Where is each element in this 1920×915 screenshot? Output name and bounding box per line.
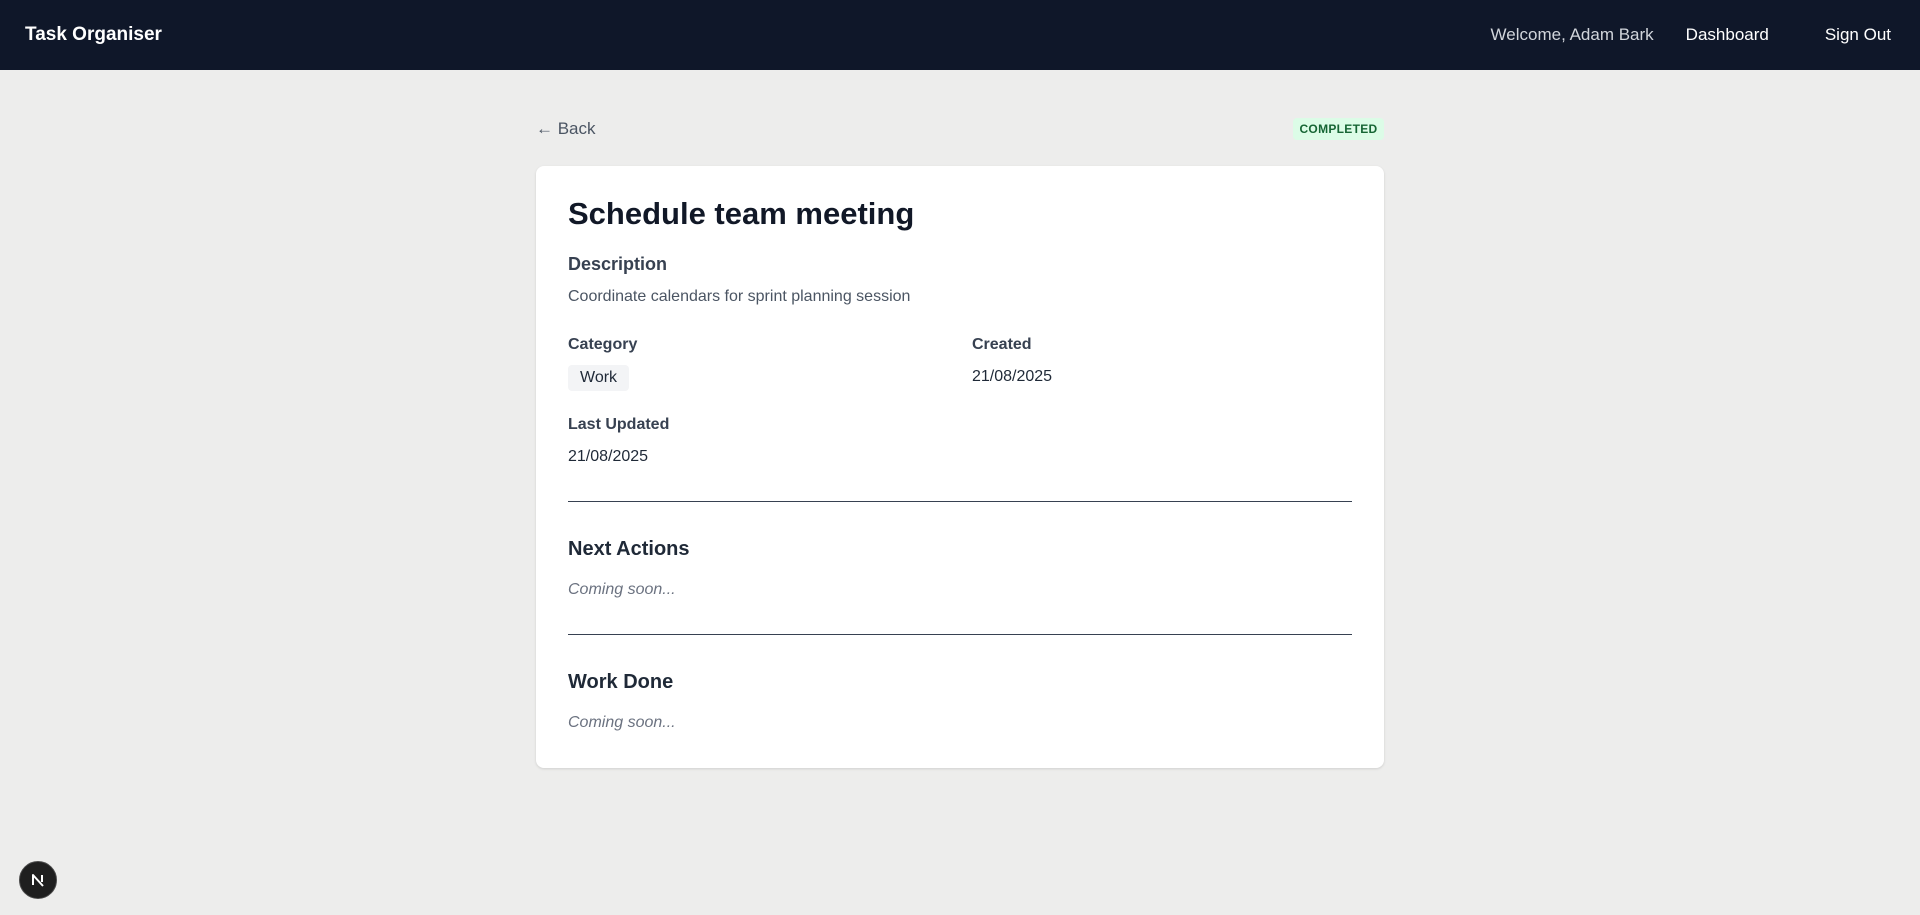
section-divider bbox=[568, 634, 1352, 635]
last-updated-value: 21/08/2025 bbox=[568, 448, 649, 465]
section-divider bbox=[568, 501, 1352, 502]
top-navbar: Task Organiser Welcome, Adam Bark Dashbo… bbox=[0, 0, 1920, 70]
welcome-text: Welcome, Adam Bark bbox=[1490, 25, 1654, 44]
created-label: Created bbox=[972, 336, 1032, 353]
status-badge: COMPLETED bbox=[1293, 118, 1384, 140]
task-title: Schedule team meeting bbox=[568, 196, 915, 231]
nextjs-logo-icon[interactable] bbox=[19, 861, 57, 899]
app-brand[interactable]: Task Organiser bbox=[25, 24, 162, 46]
nextjs-glyph-icon bbox=[32, 874, 44, 887]
sign-out-button[interactable]: Sign Out bbox=[1825, 25, 1891, 45]
category-chip: Work bbox=[568, 365, 630, 391]
nav-links: Welcome, Adam Bark Dashboard Sign Out bbox=[1491, 25, 1895, 45]
next-actions-placeholder: Coming soon... bbox=[568, 581, 676, 598]
next-actions-title: Next Actions bbox=[568, 538, 690, 560]
work-done-placeholder: Coming soon... bbox=[568, 714, 676, 731]
work-done-title: Work Done bbox=[568, 671, 674, 693]
task-detail-card: Schedule team meeting Description Coordi… bbox=[536, 166, 1384, 768]
back-link[interactable]: ← Back bbox=[536, 119, 596, 139]
category-label: Category bbox=[568, 336, 638, 353]
last-updated-label: Last Updated bbox=[568, 416, 670, 433]
description-label: Description bbox=[568, 254, 668, 274]
description-text: Coordinate calendars for sprint planning… bbox=[568, 288, 911, 305]
created-value: 21/08/2025 bbox=[972, 368, 1053, 385]
dashboard-link[interactable]: Dashboard bbox=[1686, 25, 1769, 45]
